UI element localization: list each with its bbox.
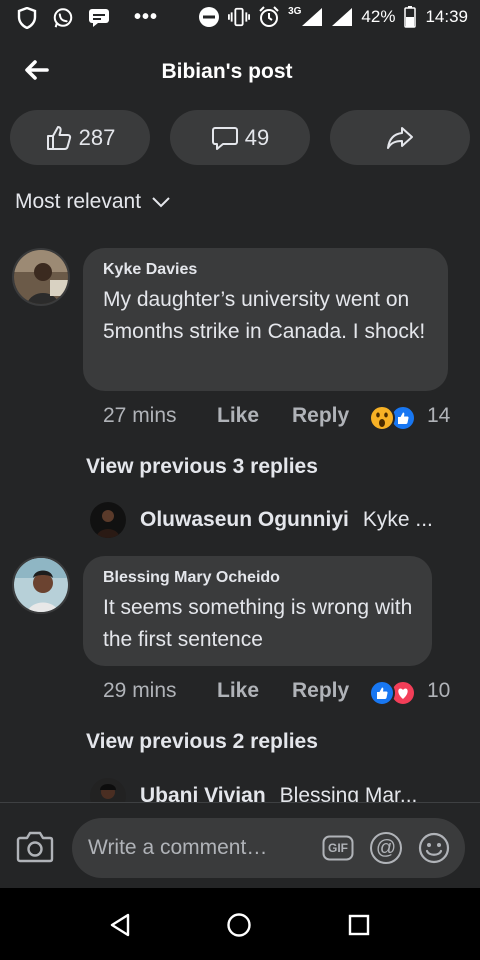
emoji-button[interactable] xyxy=(418,832,450,864)
camera-icon xyxy=(16,831,54,863)
reactions-summary[interactable] xyxy=(369,679,417,713)
mention-label: @ xyxy=(375,837,397,859)
like-comment-button[interactable]: Like xyxy=(217,404,259,428)
shield-icon xyxy=(16,6,38,29)
square-recents-icon xyxy=(348,914,370,936)
like-reaction-icon xyxy=(369,680,395,706)
avatar[interactable] xyxy=(12,556,70,614)
gif-button[interactable]: GIF xyxy=(322,832,354,864)
reply-button[interactable]: Reply xyxy=(292,404,349,428)
avatar xyxy=(90,502,126,538)
clock: 14:39 xyxy=(425,7,468,26)
share-arrow-icon xyxy=(387,126,413,149)
comments-count: 49 xyxy=(244,124,270,150)
view-previous-replies-link[interactable]: View previous 3 replies xyxy=(86,455,318,479)
circle-home-icon xyxy=(227,913,251,937)
signal-icon xyxy=(301,6,323,28)
comment-time: 27 mins xyxy=(103,404,177,427)
do-not-disturb-icon xyxy=(198,6,220,28)
nav-back-button[interactable] xyxy=(103,908,137,942)
avatar[interactable] xyxy=(12,248,70,306)
sort-label: Most relevant xyxy=(15,190,142,213)
mention-button[interactable]: @ xyxy=(370,832,402,864)
triangle-back-icon xyxy=(110,913,130,937)
reply-author: Ubani Vivian xyxy=(140,784,266,802)
signal-icon-2 xyxy=(331,6,353,28)
avatar xyxy=(90,778,126,802)
comment-author[interactable]: Blessing Mary Ocheido xyxy=(103,569,414,587)
status-bar: ••• 3G 42% 14:39 xyxy=(0,0,480,36)
nav-home-button[interactable] xyxy=(222,908,256,942)
battery-icon xyxy=(403,6,417,28)
whatsapp-icon xyxy=(52,7,74,29)
page-title: Bibian's post xyxy=(161,60,293,83)
battery-percent: 42% xyxy=(361,7,396,26)
reaction-count: 14 xyxy=(427,404,451,427)
reply-snippet: Blessing Mar... xyxy=(279,784,418,802)
thumbs-up-icon xyxy=(46,125,71,150)
share-button[interactable] xyxy=(330,110,470,165)
comment-time: 29 mins xyxy=(103,679,177,702)
comments-button[interactable]: 49 xyxy=(170,110,310,165)
nav-recents-button[interactable] xyxy=(342,908,376,942)
vibrate-icon xyxy=(228,6,251,28)
comment-composer: GIF @ xyxy=(0,802,480,888)
reply-author: Oluwaseun Ogunniyi xyxy=(140,508,349,531)
comment-text: My daughter’s university went on 5months… xyxy=(103,288,426,343)
post-stats-row: 287 49 xyxy=(10,110,470,166)
gif-label: GIF xyxy=(328,841,348,855)
comment-author[interactable]: Kyke Davies xyxy=(103,261,430,279)
wow-reaction-icon xyxy=(369,405,395,431)
reactions-summary[interactable] xyxy=(369,404,417,438)
reaction-count: 10 xyxy=(427,679,451,702)
reply-snippet: Kyke ... xyxy=(362,508,433,531)
reply-preview[interactable]: Ubani Vivian Blessing Mar... xyxy=(90,778,417,802)
chevron-down-icon xyxy=(152,197,170,208)
smiley-icon xyxy=(418,832,450,864)
comment-text: It seems something is wrong with the fir… xyxy=(103,596,413,651)
likes-count: 287 xyxy=(78,124,116,150)
reply-button[interactable]: Reply xyxy=(292,679,349,703)
alarm-icon xyxy=(258,6,280,28)
comment-sort-dropdown[interactable]: Most relevant xyxy=(15,190,171,214)
likes-button[interactable]: 287 xyxy=(10,110,150,165)
status-left-icons: ••• xyxy=(16,6,158,29)
comment-bubble: Kyke Davies My daughter’s university wen… xyxy=(83,248,448,391)
view-previous-replies-link[interactable]: View previous 2 replies xyxy=(86,730,318,754)
reply-preview-clip: Ubani Vivian Blessing Mar... xyxy=(0,770,480,802)
message-icon xyxy=(88,7,110,29)
network-type-label: 3G xyxy=(288,5,302,17)
comment-actions: 27 mins Like Reply 14 xyxy=(0,404,480,432)
more-notifications-indicator: ••• xyxy=(134,6,159,28)
comment-input[interactable] xyxy=(72,818,465,878)
camera-button[interactable] xyxy=(16,830,54,864)
system-navigation-bar xyxy=(0,888,480,960)
speech-bubble-icon xyxy=(211,126,238,150)
reply-preview[interactable]: Oluwaseun Ogunniyi Kyke ... xyxy=(90,502,433,538)
post-header: Bibian's post xyxy=(0,40,480,104)
comment-actions: 29 mins Like Reply 10 xyxy=(0,679,480,707)
status-right-icons: 3G 42% 14:39 xyxy=(198,6,468,28)
like-comment-button[interactable]: Like xyxy=(217,679,259,703)
comment-bubble: Blessing Mary Ocheido It seems something… xyxy=(83,556,432,666)
